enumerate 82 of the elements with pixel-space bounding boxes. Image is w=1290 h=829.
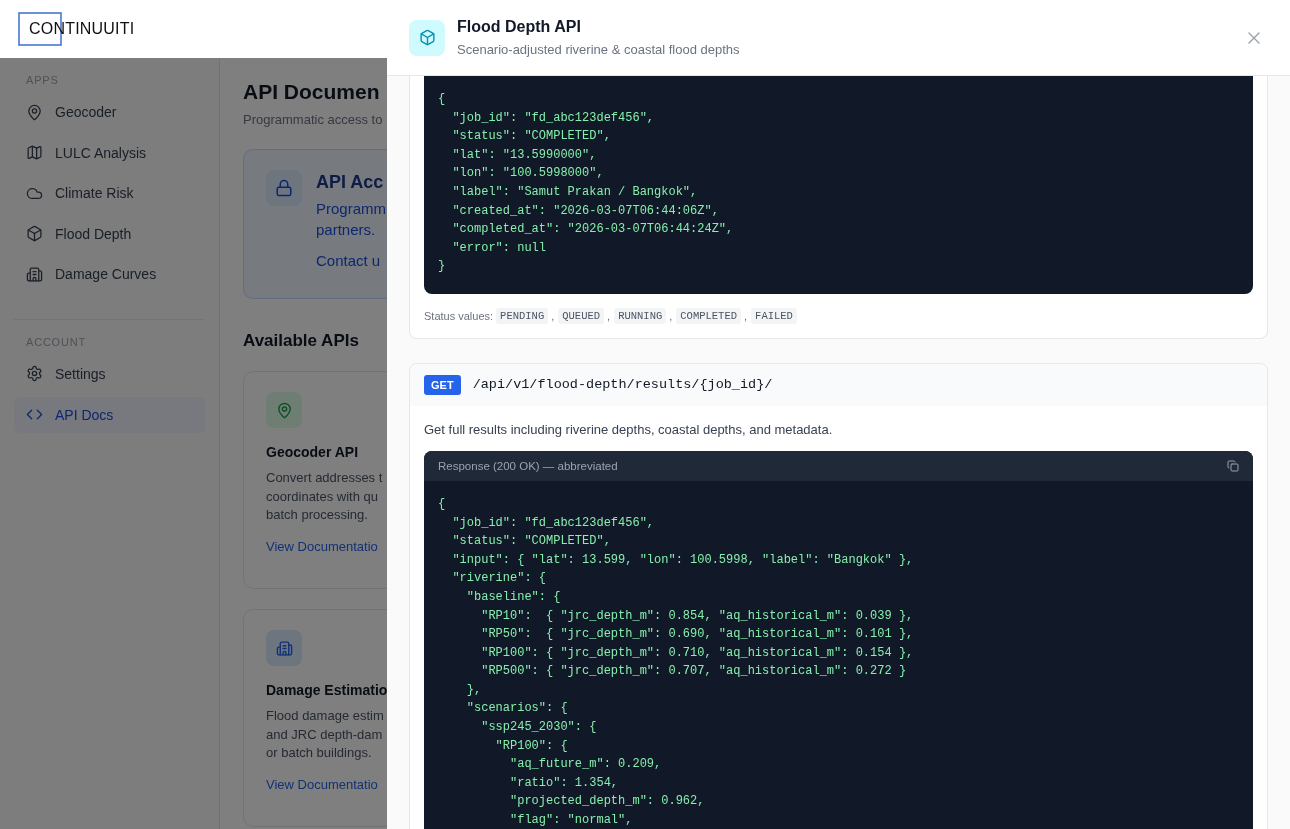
code-line: "created_at": "2026-03-07T06:44:06Z", [451,202,720,220]
page-title: API Documen [243,80,381,104]
sidebar-item[interactable]: API Docs [14,396,205,433]
separator-comma: , [607,309,611,322]
view-documentation-link[interactable]: View Documentatio [266,776,387,792]
card-text: partners. [316,220,377,240]
cube-icon [409,19,445,56]
map-pin-icon [266,392,302,428]
sidebar-item[interactable]: Climate Risk [14,175,205,212]
map-icon [26,144,43,162]
code-line: "ratio": 1.354, [509,774,620,792]
code-line: "lon": "100.5998000", [451,165,605,183]
sidebar-item-label: Damage Curves [55,266,157,283]
code-line: "lat": "13.5990000", [451,146,598,164]
code-line: } [438,258,447,276]
code-line: "RP500": { "jrc_depth_m": 0.707, "aq_historical_m": 0.272 } [480,663,908,681]
sidebar-item-label: Flood Depth [55,225,132,242]
card-title: API Acc [316,172,385,193]
copy-icon [1227,459,1239,472]
map-pin-icon [26,103,43,121]
building-icon [26,265,43,283]
code-line: "input": { "lat": 13.599, "lon": 100.5998, "label": "Bangkok" }, [451,551,915,569]
status-value: COMPLETED [676,307,742,324]
sidebar-item[interactable]: LULC Analysis [14,134,205,171]
sidebar-item[interactable]: Damage Curves [14,256,205,293]
sidebar-item[interactable]: Geocoder [14,94,205,130]
section-title: Available APIs [243,331,360,351]
sidebar-item-label: Geocoder [55,104,117,120]
api-card-description: Flood damage estim and JRC depth-dam or batch buildings. [266,707,385,762]
code-line: "projected_depth_m": 0.962, [509,793,706,811]
code-line: "label": "Samut Prakan / Bangkok", [451,183,699,201]
status-value: RUNNING [614,307,667,324]
endpoint-description: Get full results including riverine depths, coastal depths, and metadata. [424,421,834,437]
building-icon [266,630,302,666]
sidebar-item-label: Climate Risk [55,185,134,202]
sidebar-item-label: Settings [55,365,106,382]
code-line: "ssp245_2030": { [480,719,598,737]
code-line: "completed_at": "2026-03-07T06:44:24Z", [451,221,735,239]
separator-comma: , [669,309,673,322]
drawer-subtitle: Scenario-adjusted riverine & coastal flood depths [457,42,741,57]
code-line: "RP50": { "jrc_depth_m": 0.690, "aq_historical_m": 0.101 }, [480,626,915,644]
code-line: "scenarios": { [465,700,569,718]
lock-icon [266,170,302,206]
contact-link[interactable]: Contact u [316,252,386,269]
cube-icon [26,225,43,243]
code-line: "error": null [451,239,548,257]
drawer-title: Flood Depth API [457,18,582,36]
code-line: "status": "COMPLETED", [451,128,612,146]
sidebar-item[interactable]: Settings [14,355,205,392]
code-line: "job_id": "fd_abc123def456", [451,109,656,127]
code-line: "flag": "normal", [509,812,634,829]
sidebar-item-label: LULC Analysis [55,144,147,161]
separator-comma: , [551,309,555,322]
code-line: "riverine": { [451,570,548,588]
code-line: "RP10": { "jrc_depth_m": 0.854, "aq_historical_m": 0.039 }, [480,607,915,625]
sidebar-item-label: API Docs [55,406,114,423]
code-line: "RP100": { [494,737,569,755]
status-values-label: Status values: [424,309,494,322]
copy-button[interactable] [1227,459,1239,472]
api-card-title: Damage Estimatio [266,682,387,698]
code-line: "baseline": { [465,588,562,606]
api-card-description: Convert addresses t coordinates with qu batch processing. [266,469,384,524]
code-block-title: Response (200 OK) — abbreviated [438,459,618,472]
code-line: "status": "COMPLETED", [451,533,612,551]
api-card-title: Geocoder API [266,444,360,460]
card-text: Programm [316,199,386,219]
code-line: { [438,495,447,513]
separator-comma: , [744,309,748,322]
status-value: PENDING [496,307,549,324]
code-line: "RP100": { "jrc_depth_m": 0.710, "aq_historical_m": 0.154 }, [480,644,915,662]
settings-icon [26,365,43,383]
status-value: FAILED [751,307,797,324]
method-badge: GET [424,374,461,395]
code-line: }, [465,681,483,699]
code-line: "aq_future_m": 0.209, [509,756,663,774]
page-subtitle: Programmatic access to [243,112,384,127]
endpoint-path: /api/v1/flood-depth/results/{job_id}/ [472,377,773,393]
sidebar-item[interactable]: Flood Depth [14,215,205,252]
view-documentation-link[interactable]: View Documentatio [266,538,387,554]
code-line: "job_id": "fd_abc123def456", [451,514,656,532]
code-line: { [438,91,447,108]
status-value: QUEUED [558,307,605,324]
